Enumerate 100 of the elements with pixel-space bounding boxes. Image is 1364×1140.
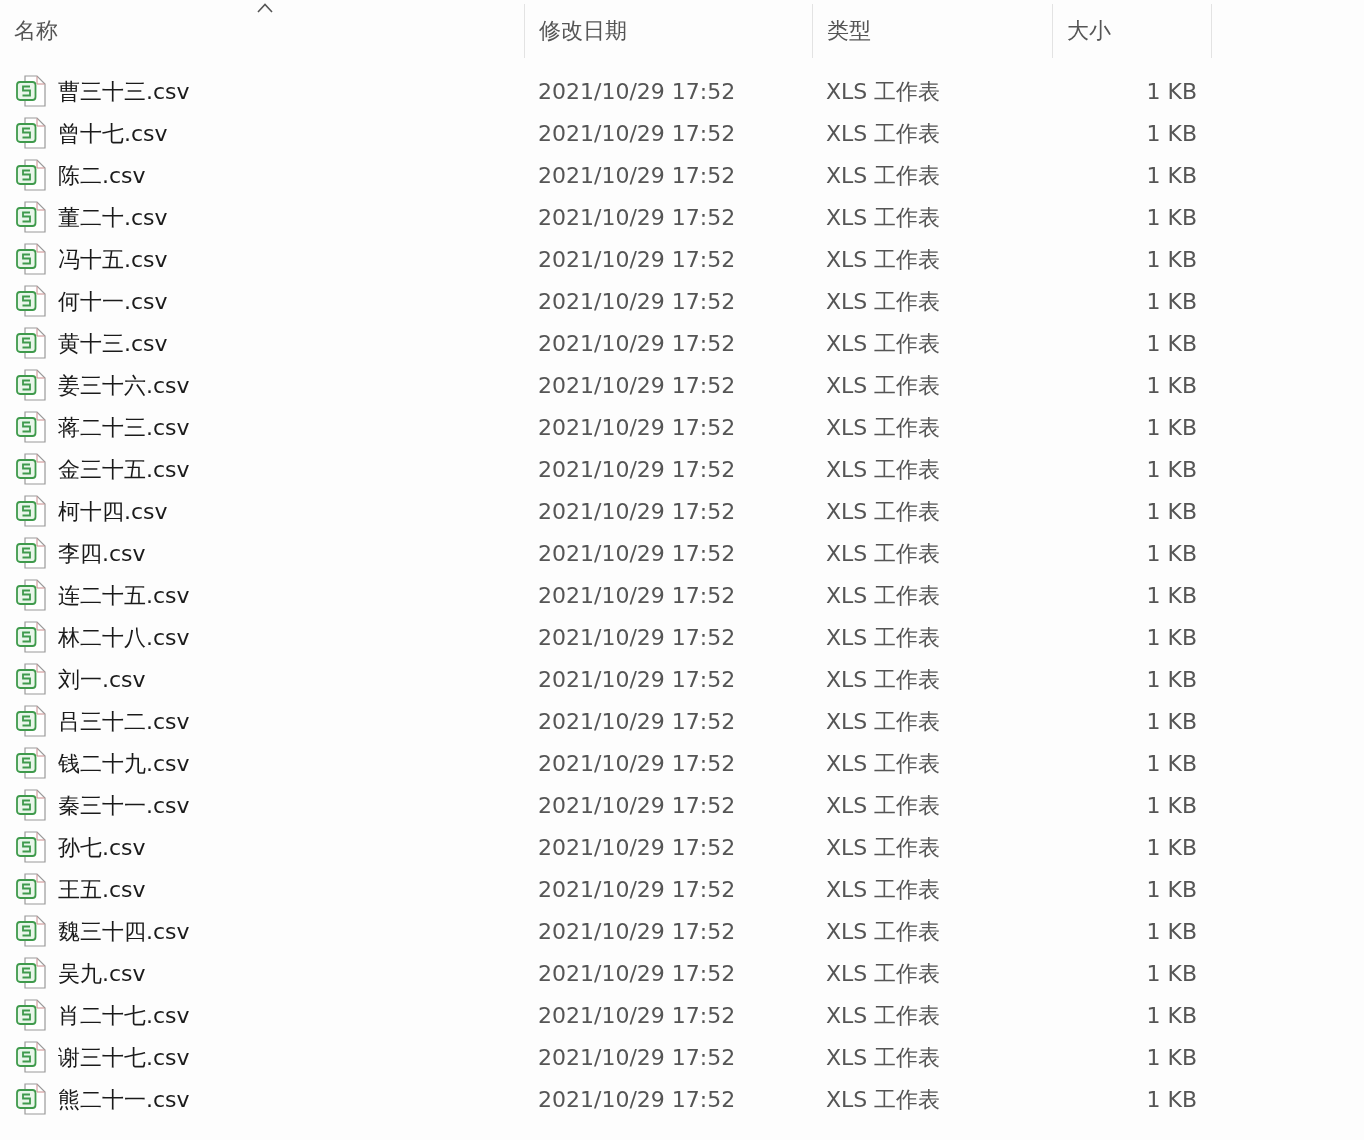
spreadsheet-file-icon [16, 453, 46, 485]
spreadsheet-file-icon [16, 1041, 46, 1073]
file-size: 1 KB [1146, 371, 1197, 400]
file-type: XLS 工作表 [826, 623, 941, 652]
file-name[interactable]: 谢三十七.csv [58, 1040, 190, 1074]
spreadsheet-file-icon [16, 411, 46, 443]
file-size: 1 KB [1146, 203, 1197, 232]
file-name[interactable]: 吴九.csv [58, 956, 146, 990]
file-size: 1 KB [1146, 707, 1197, 736]
spreadsheet-file-icon [16, 747, 46, 779]
spreadsheet-file-icon [16, 117, 46, 149]
file-size: 1 KB [1146, 1085, 1197, 1114]
spreadsheet-file-icon [16, 537, 46, 569]
modified-date: 2021/10/29 17:52 [538, 77, 736, 106]
modified-date: 2021/10/29 17:52 [538, 287, 736, 316]
spreadsheet-file-icon [16, 621, 46, 653]
modified-date: 2021/10/29 17:52 [538, 245, 736, 274]
modified-date: 2021/10/29 17:52 [538, 539, 736, 568]
column-header[interactable]: 大小 [1052, 4, 1212, 58]
modified-date: 2021/10/29 17:52 [538, 581, 736, 610]
file-name[interactable]: 董二十.csv [58, 200, 168, 234]
spreadsheet-file-icon [16, 327, 46, 359]
file-name[interactable]: 连二十五.csv [58, 578, 190, 612]
file-type: XLS 工作表 [826, 329, 941, 358]
spreadsheet-file-icon [16, 495, 46, 527]
file-size: 1 KB [1146, 497, 1197, 526]
column-header[interactable]: 修改日期 [524, 4, 812, 58]
file-name[interactable]: 熊二十一.csv [58, 1082, 190, 1116]
spreadsheet-file-icon [16, 159, 46, 191]
file-type: XLS 工作表 [826, 371, 941, 400]
file-name[interactable]: 柯十四.csv [58, 494, 168, 528]
file-size: 1 KB [1146, 875, 1197, 904]
modified-date: 2021/10/29 17:52 [538, 1085, 736, 1114]
modified-date: 2021/10/29 17:52 [538, 749, 736, 778]
modified-date: 2021/10/29 17:52 [538, 203, 736, 232]
spreadsheet-file-icon [16, 663, 46, 695]
file-name[interactable]: 陈二.csv [58, 158, 146, 192]
file-name[interactable]: 何十一.csv [58, 284, 168, 318]
file-name[interactable]: 金三十五.csv [58, 452, 190, 486]
file-size: 1 KB [1146, 287, 1197, 316]
file-type: XLS 工作表 [826, 665, 941, 694]
modified-date: 2021/10/29 17:52 [538, 959, 736, 988]
file-type: XLS 工作表 [826, 455, 941, 484]
file-name[interactable]: 吕三十二.csv [58, 704, 190, 738]
column-header[interactable]: 类型 [812, 4, 1052, 58]
spreadsheet-file-icon [16, 957, 46, 989]
file-size: 1 KB [1146, 791, 1197, 820]
modified-date: 2021/10/29 17:52 [538, 413, 736, 442]
file-size: 1 KB [1146, 749, 1197, 778]
file-name[interactable]: 肖二十七.csv [58, 998, 190, 1032]
modified-date: 2021/10/29 17:52 [538, 329, 736, 358]
file-size: 1 KB [1146, 539, 1197, 568]
file-size: 1 KB [1146, 917, 1197, 946]
file-name[interactable]: 黄十三.csv [58, 326, 168, 360]
file-size: 1 KB [1146, 623, 1197, 652]
column-header[interactable]: 名称 [0, 4, 524, 58]
file-type: XLS 工作表 [826, 539, 941, 568]
file-type: XLS 工作表 [826, 959, 941, 988]
file-name[interactable]: 钱二十九.csv [58, 746, 190, 780]
file-name[interactable]: 王五.csv [58, 872, 146, 906]
modified-date: 2021/10/29 17:52 [538, 833, 736, 862]
file-name[interactable]: 林二十八.csv [58, 620, 190, 654]
file-size: 1 KB [1146, 455, 1197, 484]
modified-date: 2021/10/29 17:52 [538, 917, 736, 946]
file-type: XLS 工作表 [826, 833, 941, 862]
file-type: XLS 工作表 [826, 1001, 941, 1030]
file-type: XLS 工作表 [826, 287, 941, 316]
file-name[interactable]: 秦三十一.csv [58, 788, 190, 822]
file-name[interactable]: 冯十五.csv [58, 242, 168, 276]
file-name[interactable]: 姜三十六.csv [58, 368, 190, 402]
spreadsheet-file-icon [16, 75, 46, 107]
file-name[interactable]: 刘一.csv [58, 662, 146, 696]
file-name[interactable]: 曾十七.csv [58, 116, 168, 150]
file-type: XLS 工作表 [826, 707, 941, 736]
file-type: XLS 工作表 [826, 1085, 941, 1114]
file-size: 1 KB [1146, 1001, 1197, 1030]
file-size: 1 KB [1146, 833, 1197, 862]
spreadsheet-file-icon [16, 369, 46, 401]
file-size: 1 KB [1146, 161, 1197, 190]
modified-date: 2021/10/29 17:52 [538, 455, 736, 484]
modified-date: 2021/10/29 17:52 [538, 497, 736, 526]
file-name[interactable]: 蒋二十三.csv [58, 410, 190, 444]
spreadsheet-file-icon [16, 999, 46, 1031]
file-name[interactable]: 孙七.csv [58, 830, 146, 864]
file-size: 1 KB [1146, 119, 1197, 148]
spreadsheet-file-icon [16, 915, 46, 947]
modified-date: 2021/10/29 17:52 [538, 665, 736, 694]
modified-date: 2021/10/29 17:52 [538, 371, 736, 400]
modified-date: 2021/10/29 17:52 [538, 1043, 736, 1072]
file-type: XLS 工作表 [826, 413, 941, 442]
file-type: XLS 工作表 [826, 791, 941, 820]
file-name[interactable]: 曹三十三.csv [58, 74, 190, 108]
spreadsheet-file-icon [16, 1083, 46, 1115]
file-type: XLS 工作表 [826, 497, 941, 526]
file-name[interactable]: 魏三十四.csv [58, 914, 190, 948]
modified-date: 2021/10/29 17:52 [538, 707, 736, 736]
modified-date: 2021/10/29 17:52 [538, 875, 736, 904]
file-name[interactable]: 李四.csv [58, 536, 146, 570]
spreadsheet-file-icon [16, 285, 46, 317]
file-type: XLS 工作表 [826, 119, 941, 148]
